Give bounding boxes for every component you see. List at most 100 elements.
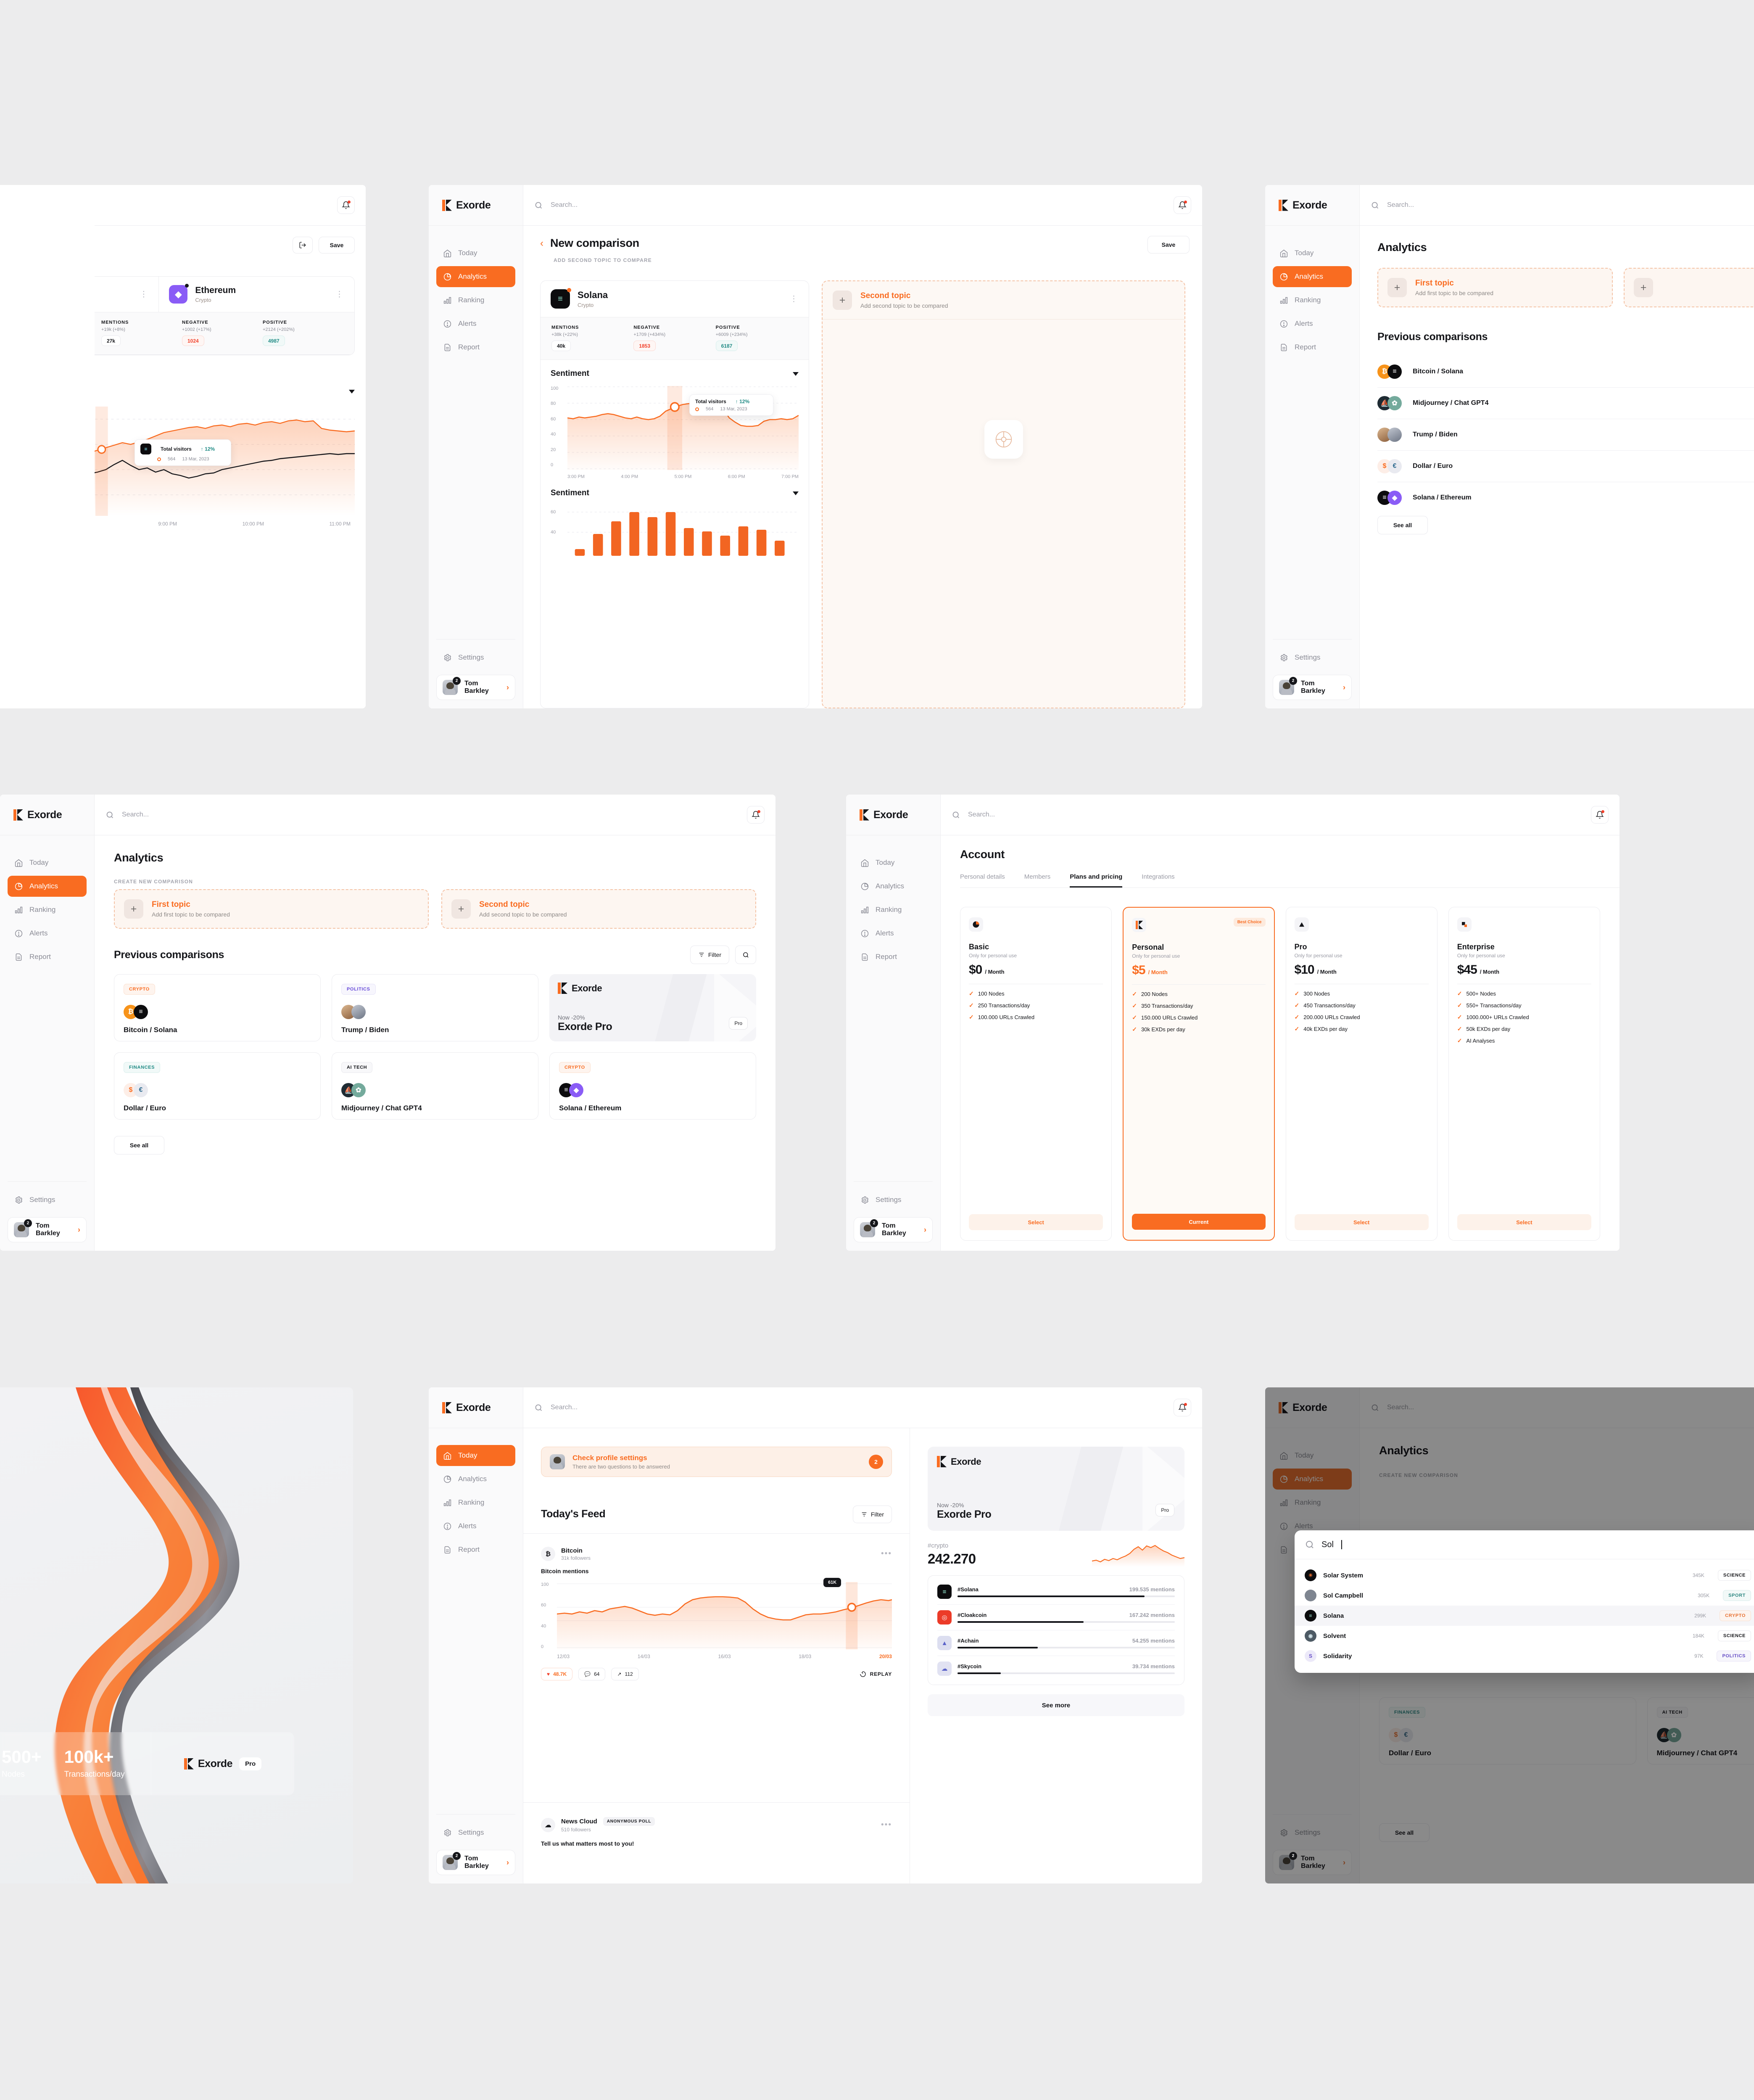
comparison-card[interactable]: CRYPTO ₿ ≡ Bitcoin / Solana	[114, 974, 321, 1041]
sidebar-item-today[interactable]: Today	[436, 243, 515, 264]
comment-button[interactable]: 💬 64	[578, 1668, 606, 1680]
tab-members[interactable]: Members	[1024, 873, 1051, 888]
chart-dropdown-caret-2[interactable]	[793, 491, 799, 495]
sidebar-item-ranking[interactable]: Ranking	[436, 1492, 515, 1513]
plan-card-enterprise[interactable]: Enterprise Only for personal use $45/ Mont…	[1448, 907, 1600, 1241]
back-chevron-icon[interactable]: ‹	[540, 238, 543, 249]
sidebar-item-today[interactable]: Today	[854, 852, 933, 873]
comparison-row[interactable]: ≡◆Solana / EthereumCRYPTO	[1377, 482, 1754, 513]
sidebar-item-analytics[interactable]: Analytics	[854, 876, 933, 897]
pro-badge-button[interactable]: Pro	[1155, 1504, 1174, 1516]
hashtag-row[interactable]: ≡ #Solana 199.535 mentions	[937, 1579, 1175, 1604]
sidebar-item-report[interactable]: Report	[436, 1539, 515, 1560]
sidebar-item-today[interactable]: Today	[436, 1445, 515, 1466]
notifications-button[interactable]	[747, 806, 765, 824]
card-menu-icon[interactable]: ⋮	[335, 290, 344, 299]
sidebar-item-analytics[interactable]: Analytics	[8, 876, 87, 897]
notifications-button[interactable]	[1591, 806, 1609, 824]
sidebar-item-report[interactable]: Report	[854, 946, 933, 967]
sidebar-item-ranking[interactable]: Ranking	[436, 290, 515, 311]
sidebar-item-alerts[interactable]: Alerts	[1273, 313, 1352, 334]
search-result-row[interactable]: ◉ Solvent 184K SCIENCE	[1295, 1626, 1754, 1646]
replay-button[interactable]: REPLAY	[860, 1671, 892, 1677]
sidebar-item-report[interactable]: Report	[1273, 337, 1352, 358]
comparison-row[interactable]: ₿≡Bitcoin / SolanaCRYPTO	[1377, 356, 1754, 387]
pro-promo-card[interactable]: Exorde Now -20% Exorde Pro Pro	[549, 974, 756, 1041]
sidebar-item-report[interactable]: Report	[8, 946, 87, 967]
user-profile-button[interactable]: 2 Tom Barkley ›	[8, 1217, 87, 1242]
plan-cta-button[interactable]: Select	[1294, 1214, 1429, 1230]
first-topic-card[interactable]: + First topic Add first topic to be comp…	[1377, 268, 1613, 307]
sidebar-item-settings[interactable]: Settings	[1273, 647, 1352, 668]
sidebar-item-settings[interactable]: Settings	[854, 1189, 933, 1210]
plan-cta-button[interactable]: Current	[1132, 1214, 1266, 1230]
search-result-row[interactable]: ≡ Solana 299K CRYPTO	[1295, 1606, 1754, 1626]
plan-cta-button[interactable]: Select	[1457, 1214, 1591, 1230]
search-input[interactable]: Search...	[106, 811, 747, 819]
profile-settings-notice[interactable]: Check profile settings There are two que…	[541, 1447, 892, 1477]
search-result-row[interactable]: ☀ Solar System 345K SCIENCE	[1295, 1565, 1754, 1585]
search-input[interactable]: Search...	[534, 201, 1174, 210]
tab-plans-and-pricing[interactable]: Plans and pricing	[1070, 873, 1123, 888]
see-all-button[interactable]: See all	[114, 1136, 164, 1154]
search-input[interactable]: Search...	[534, 1403, 1174, 1412]
plan-card-basic[interactable]: Basic Only for personal use $0/ Month ✓ 100 …	[960, 907, 1112, 1241]
first-topic-card[interactable]: + First topic Add first topic to be comp…	[114, 889, 429, 929]
app-logo[interactable]: Exorde	[0, 795, 94, 835]
filter-button[interactable]: Filter	[852, 1506, 892, 1523]
tab-integrations[interactable]: Integrations	[1142, 873, 1174, 888]
hashtag-row[interactable]: ◎ #Cloakcoin 167.242 mentions	[937, 1604, 1175, 1630]
save-button[interactable]: Save	[1147, 236, 1190, 254]
notifications-button[interactable]	[1174, 196, 1191, 214]
sidebar-item-today[interactable]: Today	[1273, 243, 1352, 264]
app-logo[interactable]: Exorde	[429, 185, 523, 226]
second-topic-card[interactable]: +	[1624, 268, 1754, 307]
comparison-card[interactable]: POLITICS Trump / Biden	[332, 974, 538, 1041]
post-menu-icon[interactable]: •••	[881, 1820, 892, 1830]
see-all-button[interactable]: See all	[1377, 516, 1428, 534]
sidebar-item-analytics[interactable]: Analytics	[436, 1469, 515, 1490]
pro-promo-card[interactable]: Exorde Now -20% Exorde Pro Pro	[928, 1447, 1184, 1531]
pro-badge-button[interactable]: Pro	[729, 1017, 748, 1030]
filter-button[interactable]: Filter	[690, 946, 729, 964]
card-menu-icon-left[interactable]: ⋮	[140, 290, 148, 299]
see-more-button[interactable]: See more	[928, 1694, 1184, 1716]
second-topic-card[interactable]: + Second topic Add second topic to be co…	[441, 889, 756, 929]
plan-card-pro[interactable]: Pro Only for personal use $10/ Month ✓ 300 N…	[1285, 907, 1437, 1241]
search-field[interactable]: Sol	[1295, 1530, 1754, 1559]
tab-personal-details[interactable]: Personal details	[960, 873, 1005, 888]
share-button[interactable]: ↗ 112	[611, 1668, 639, 1680]
sidebar-item-analytics[interactable]: Analytics	[436, 266, 515, 287]
chart-dropdown-caret[interactable]	[349, 390, 355, 394]
sidebar-item-analytics[interactable]: Analytics	[1273, 266, 1352, 287]
post-menu-icon[interactable]: •••	[881, 1549, 892, 1558]
sidebar-item-settings[interactable]: Settings	[8, 1189, 87, 1210]
user-profile-button[interactable]: 2 Tom Barkley ›	[854, 1217, 933, 1242]
comparison-card[interactable]: AI TECH ⛵ ✿ Midjourney / Chat GPT4	[332, 1052, 538, 1120]
sidebar-item-alerts[interactable]: Alerts	[436, 313, 515, 334]
user-profile-button[interactable]: 2 Tom Barkley ›	[1273, 675, 1352, 700]
sidebar-item-settings[interactable]: Settings	[436, 1822, 515, 1843]
sidebar-item-ranking[interactable]: Ranking	[8, 899, 87, 920]
comparison-row[interactable]: ⛵✿Midjourney / Chat GPT4AI TECH	[1377, 387, 1754, 419]
search-input[interactable]: Search...	[1371, 201, 1754, 210]
sidebar-item-settings[interactable]: Settings	[436, 647, 515, 668]
search-result-row[interactable]: S Solidarity 97K POLITICS	[1295, 1646, 1754, 1666]
sidebar-item-alerts[interactable]: Alerts	[436, 1516, 515, 1537]
notifications-button[interactable]	[1174, 1399, 1191, 1416]
search-button[interactable]	[735, 946, 756, 964]
card-menu-icon[interactable]: ⋮	[790, 294, 799, 304]
user-profile-button[interactable]: 2 Tom Barkley ›	[436, 675, 515, 700]
comparison-row[interactable]: $€Dollar / EuroFINANCES	[1377, 450, 1754, 482]
hashtag-row[interactable]: ☁ #Skycoin 39.734 mentions	[937, 1656, 1175, 1681]
sidebar-item-alerts[interactable]: Alerts	[854, 923, 933, 944]
hashtag-row[interactable]: ▲ #Achain 54.255 mentions	[937, 1630, 1175, 1656]
save-button[interactable]: Save	[319, 237, 355, 254]
search-input[interactable]: Search...	[952, 811, 1591, 819]
second-topic-placeholder[interactable]: + Second topic Add second topic to be co…	[822, 280, 1185, 708]
chart-dropdown-caret[interactable]	[793, 372, 799, 376]
like-button[interactable]: ♥ 48.7K	[541, 1668, 573, 1680]
notifications-button[interactable]	[337, 196, 355, 214]
app-logo[interactable]: Exorde	[846, 795, 940, 835]
app-logo[interactable]: Exorde	[1265, 185, 1359, 226]
